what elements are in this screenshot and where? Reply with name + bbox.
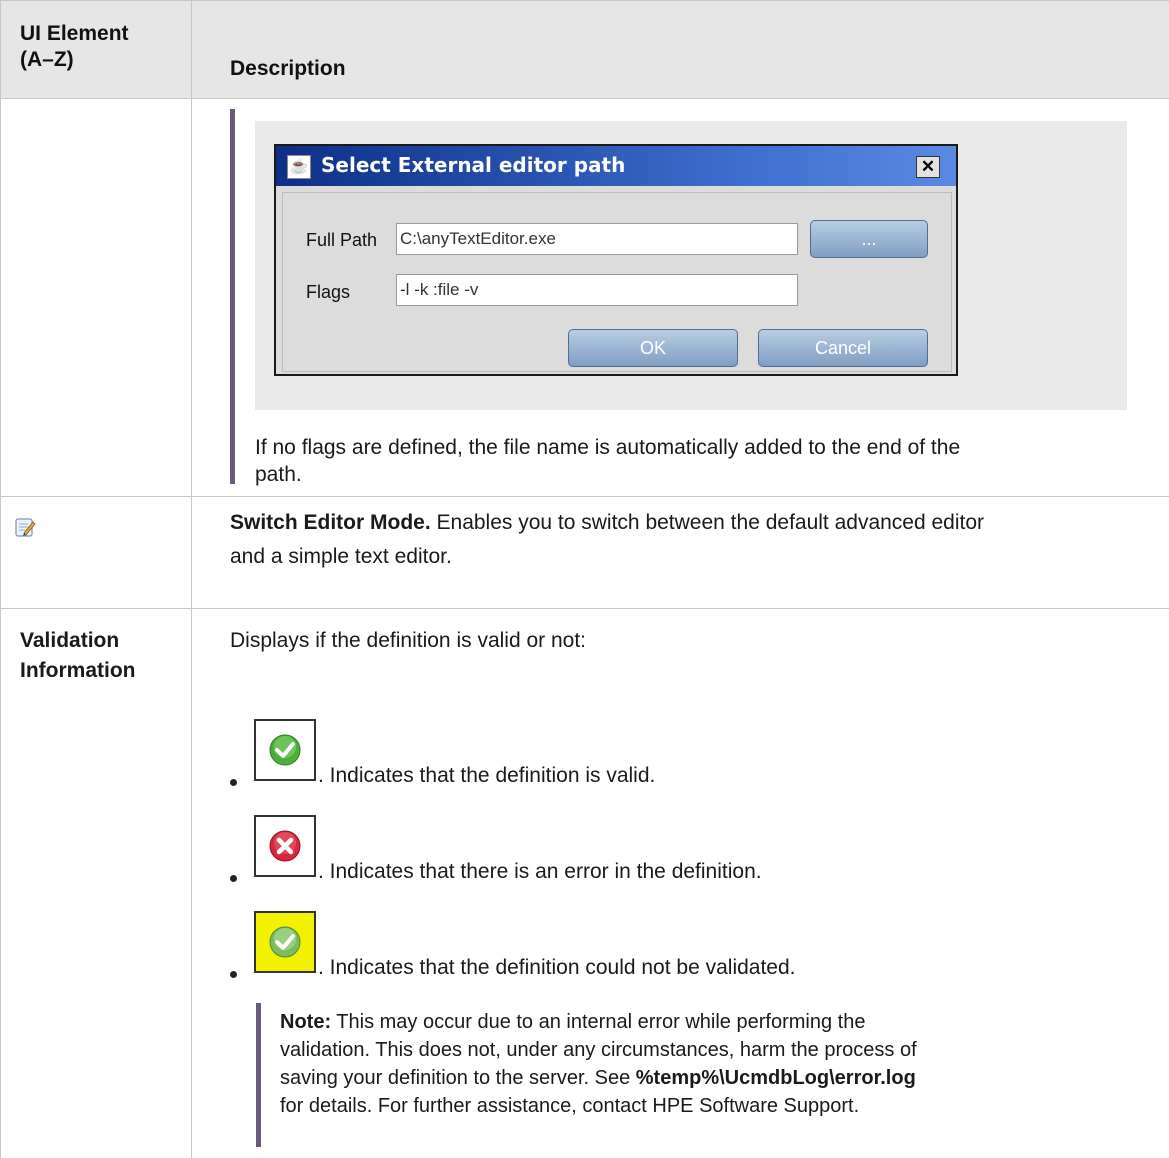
browse-button[interactable]: ... <box>810 220 928 258</box>
flags-label: Flags <box>306 282 351 302</box>
bullet <box>230 779 237 786</box>
note-label: Note: <box>280 1011 332 1033</box>
validation-note: Note: This may occur due to an internal … <box>280 1008 917 1120</box>
error-x-icon <box>254 815 316 877</box>
external-editor-dialog: ☕ Select External editor path ✕ Full Pat… <box>274 144 958 376</box>
header-description: Description <box>230 57 346 80</box>
valid-item-text: . Indicates that the definition is valid… <box>318 764 656 787</box>
bullet <box>230 971 237 978</box>
note-line2: validation. This does not, under any cir… <box>280 1039 917 1061</box>
dialog-title: Select External editor path <box>321 153 626 177</box>
not-validated-item-text: . Indicates that the definition could no… <box>318 956 796 979</box>
validation-information-label: Validation Information <box>20 626 136 686</box>
table-header <box>0 0 1169 98</box>
ui-element-table: UI Element (A–Z) Description ☕ Select Ex… <box>0 0 1169 1158</box>
table-border-top <box>0 0 1169 1</box>
row-divider <box>0 98 1169 99</box>
flags-input[interactable]: -l -k :file -v <box>396 274 798 306</box>
note-line1: Note: This may occur due to an internal … <box>280 1008 917 1036</box>
flags-note-line2: path. <box>255 463 302 486</box>
dialog-title-bar: ☕ Select External editor path ✕ <box>276 146 956 186</box>
not-validated-icon <box>254 911 316 973</box>
note-line1-text: This may occur due to an internal error … <box>331 1011 866 1033</box>
switch-editor-line2: and a simple text editor. <box>230 545 452 568</box>
note-line4: for details. For further assistance, con… <box>280 1095 860 1117</box>
switch-editor-desc: Enables you to switch between the defaul… <box>430 511 985 534</box>
header-ui-element-line1: UI Element <box>20 22 129 45</box>
note-line3: saving your definition to the server. Se… <box>280 1064 917 1092</box>
full-path-input[interactable]: C:\anyTextEditor.exe <box>396 223 798 255</box>
note-accent-bar <box>256 1003 261 1147</box>
flags-note: If no flags are defined, the file name i… <box>255 433 960 490</box>
ok-button[interactable]: OK <box>568 329 738 367</box>
error-log-path: %temp%\UcmdbLog\error.log <box>635 1067 916 1089</box>
header-ui-element: UI Element (A–Z) <box>20 21 129 73</box>
description-accent-bar <box>230 109 235 484</box>
column-divider <box>191 0 192 1158</box>
header-ui-element-line2: (A–Z) <box>20 48 74 71</box>
flags-note-line1: If no flags are defined, the file name i… <box>255 436 961 459</box>
bullet <box>230 875 237 882</box>
row-divider <box>0 496 1169 497</box>
cancel-button[interactable]: Cancel <box>758 329 928 367</box>
switch-editor-line1: Switch Editor Mode. Enables you to switc… <box>230 508 984 538</box>
java-app-icon: ☕ <box>287 155 311 179</box>
valid-check-icon <box>254 719 316 781</box>
validation-intro: Displays if the definition is valid or n… <box>230 629 587 652</box>
switch-editor-mode-description: Switch Editor Mode. Enables you to switc… <box>230 508 984 572</box>
note-line3-text: saving your definition to the server. Se… <box>280 1067 636 1089</box>
table-border-left <box>0 0 1 1158</box>
validation-label-line2: Information <box>20 659 136 682</box>
close-icon[interactable]: ✕ <box>916 156 940 178</box>
edit-mode-icon <box>15 518 36 537</box>
full-path-label: Full Path <box>306 230 378 250</box>
row-divider <box>0 608 1169 609</box>
switch-editor-title: Switch Editor Mode. <box>230 511 431 534</box>
validation-label-line1: Validation <box>20 629 120 652</box>
error-item-text: . Indicates that there is an error in th… <box>318 860 762 883</box>
